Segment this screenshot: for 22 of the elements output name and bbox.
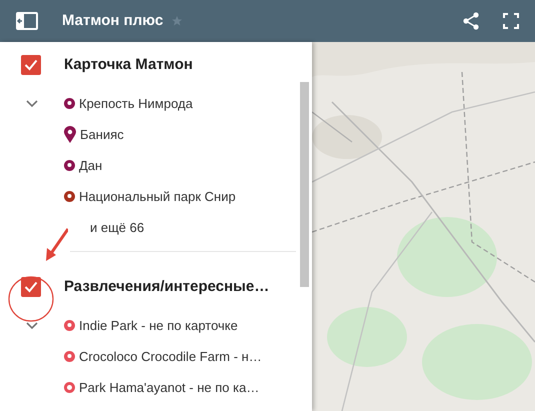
feature-name[interactable]: Национальный парк Снир [79,186,236,206]
layer-title[interactable]: Развлечения/интересные… [64,276,270,298]
star-icon[interactable] [171,15,184,27]
layer-title[interactable]: Карточка Матмон [64,54,193,76]
more-link[interactable]: и ещё 66 [90,218,144,238]
feature-name[interactable]: Indie Park - не по карточке [79,316,238,336]
feature-name[interactable]: Дан [79,156,102,176]
collapse-panel-icon[interactable] [16,12,38,30]
layer-checkbox[interactable] [21,55,41,75]
feature-name[interactable]: Крепость Нимрода [79,94,193,114]
share-icon[interactable] [463,12,479,30]
layer-checkbox[interactable] [21,277,41,297]
feature-name[interactable]: Crocoloco Crocodile Farm - н… [79,346,262,366]
feature-name[interactable]: Банияс [80,124,124,144]
feature-name[interactable]: Park Hama'ayanot - не по ка… [79,378,260,398]
check-icon [24,281,38,293]
scrollbar[interactable] [300,82,309,287]
map-title: Матмон плюс [62,10,164,31]
check-icon [24,59,38,71]
chevron-down-icon[interactable] [26,100,38,108]
chevron-down-icon[interactable] [26,322,38,330]
fullscreen-icon[interactable] [503,13,519,29]
